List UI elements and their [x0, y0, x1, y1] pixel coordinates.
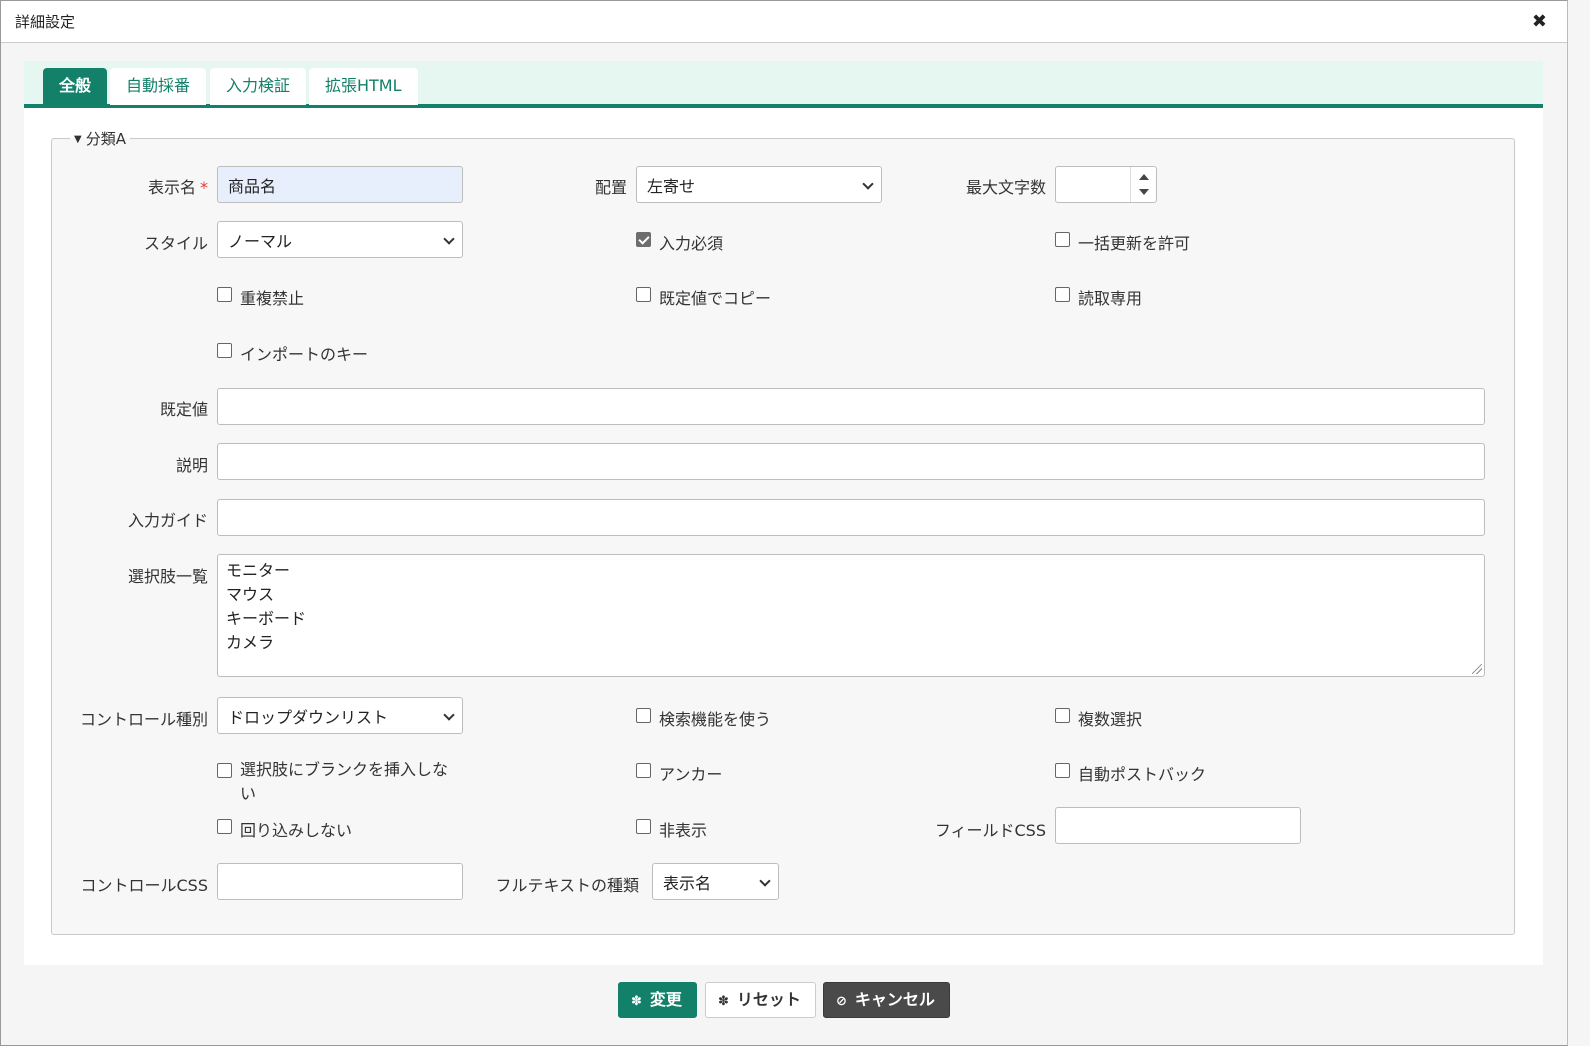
display-name-input[interactable]: 商品名	[217, 166, 463, 203]
copy-by-default-label: 既定値でコピー	[659, 289, 772, 308]
section-legend-label: 分類A	[85, 130, 126, 148]
change-button-label: 変更	[649, 990, 682, 1009]
auto-postback-label: 自動ポストバック	[1078, 765, 1207, 784]
settings-panel: 全般 自動採番 入力検証 拡張HTML ▼ 分類A 表示名 * 商品名 配置 左寄せ…	[24, 61, 1543, 965]
chevron-down-icon	[862, 178, 874, 190]
spin-up-icon[interactable]	[1139, 174, 1149, 180]
field-css-input[interactable]	[1055, 807, 1301, 844]
no-blank-label: 選択肢にブランクを挿入しない	[240, 760, 449, 803]
checkbox-checked-icon[interactable]	[636, 232, 651, 247]
display-name-label-text: 表示名	[147, 178, 196, 197]
input-guide-input[interactable]	[217, 499, 1485, 536]
no-duplicates-label: 重複禁止	[240, 289, 305, 308]
checkbox-icon[interactable]	[636, 287, 651, 302]
fulltext-type-label: フルテキストの種類	[495, 876, 639, 895]
dialog-title: 詳細設定	[15, 13, 76, 31]
control-css-input[interactable]	[217, 863, 463, 900]
default-value-label: 既定値	[159, 400, 208, 419]
caret-down-icon: ▼	[74, 134, 82, 145]
display-name-label: 表示名 *	[124, 174, 208, 198]
checkbox-icon[interactable]	[636, 708, 651, 723]
checkbox-icon[interactable]	[636, 763, 651, 778]
checkbox-icon[interactable]	[1055, 287, 1070, 302]
dialog-titlebar: 詳細設定 ✖	[1, 1, 1567, 43]
checkbox-icon[interactable]	[1055, 708, 1070, 723]
align-label: 配置	[594, 178, 627, 197]
allow-bulk-update-label: 一括更新を許可	[1078, 234, 1191, 253]
choice-line: モニター	[226, 561, 291, 580]
max-length-input[interactable]	[1055, 166, 1157, 203]
style-label: スタイル	[143, 234, 208, 253]
settings-dialog: 詳細設定 ✖ 全般 自動採番 入力検証 拡張HTML ▼ 分類A 表示名 * 商品名…	[0, 0, 1568, 1046]
input-guide-label: 入力ガイド	[127, 511, 208, 530]
section-legend[interactable]: ▼ 分類A	[70, 128, 130, 149]
checkbox-icon[interactable]	[217, 343, 232, 358]
tab-extended-html[interactable]: 拡張HTML	[309, 68, 418, 105]
align-select[interactable]: 左寄せ	[636, 166, 882, 203]
read-only-label: 読取専用	[1078, 289, 1143, 308]
gear-icon: ✽	[631, 994, 642, 1009]
checkbox-icon[interactable]	[1055, 232, 1070, 247]
control-type-label: コントロール種別	[79, 710, 208, 729]
control-css-label: コントロールCSS	[80, 876, 209, 895]
change-button[interactable]: ✽ 変更	[618, 982, 697, 1018]
number-spinner[interactable]	[1130, 167, 1156, 202]
fulltext-type-value: 表示名	[663, 874, 712, 893]
gear-icon: ✽	[718, 994, 729, 1009]
default-value-input[interactable]	[217, 388, 1485, 425]
import-key-label: インポートのキー	[240, 345, 369, 364]
fulltext-type-select[interactable]: 表示名	[652, 863, 779, 900]
checkbox-icon[interactable]	[217, 287, 232, 302]
checkbox-icon[interactable]	[636, 819, 651, 834]
use-search-label: 検索機能を使う	[659, 710, 772, 729]
cancel-button[interactable]: ⊘ キャンセル	[823, 982, 950, 1018]
control-type-select[interactable]: ドロップダウンリスト	[217, 697, 463, 734]
choices-textarea[interactable]: モニター マウス キーボード カメラ	[217, 554, 1485, 677]
close-icon[interactable]: ✖	[1532, 11, 1547, 32]
align-value: 左寄せ	[647, 177, 696, 196]
cancel-button-label: キャンセル	[854, 990, 935, 1009]
reset-button[interactable]: ✽ リセット	[705, 982, 816, 1018]
required-mark: *	[200, 178, 208, 197]
required-checkbox-label: 入力必須	[659, 234, 724, 253]
chevron-down-icon	[443, 709, 455, 721]
chevron-down-icon	[759, 875, 771, 887]
control-type-value: ドロップダウンリスト	[228, 708, 389, 727]
choices-label: 選択肢一覧	[127, 567, 208, 586]
chevron-down-icon	[443, 233, 455, 245]
resize-grip-icon[interactable]	[1472, 664, 1482, 674]
anchor-label: アンカー	[659, 765, 723, 784]
checkbox-icon[interactable]	[217, 763, 232, 778]
max-length-label: 最大文字数	[965, 178, 1046, 197]
field-css-label: フィールドCSS	[934, 821, 1046, 840]
no-wrap-label: 回り込みしない	[240, 821, 353, 840]
multiple-select-label: 複数選択	[1078, 710, 1143, 729]
description-input[interactable]	[217, 443, 1485, 480]
tab-strip: 全般 自動採番 入力検証 拡張HTML	[24, 61, 1543, 108]
choice-line: マウス	[226, 585, 275, 604]
hidden-label: 非表示	[659, 821, 708, 840]
checkbox-icon[interactable]	[1055, 763, 1070, 778]
tab-general[interactable]: 全般	[43, 68, 108, 105]
spin-down-icon[interactable]	[1139, 189, 1149, 195]
tab-input-validation[interactable]: 入力検証	[210, 68, 307, 105]
cancel-icon: ⊘	[836, 994, 847, 1009]
tab-auto-numbering[interactable]: 自動採番	[110, 68, 207, 105]
description-label: 説明	[175, 456, 208, 475]
choice-line: キーボード	[226, 609, 307, 628]
style-value: ノーマル	[228, 232, 293, 251]
style-select[interactable]: ノーマル	[217, 221, 463, 258]
reset-button-label: リセット	[736, 990, 801, 1009]
choice-line: カメラ	[226, 633, 275, 652]
checkbox-icon[interactable]	[217, 819, 232, 834]
